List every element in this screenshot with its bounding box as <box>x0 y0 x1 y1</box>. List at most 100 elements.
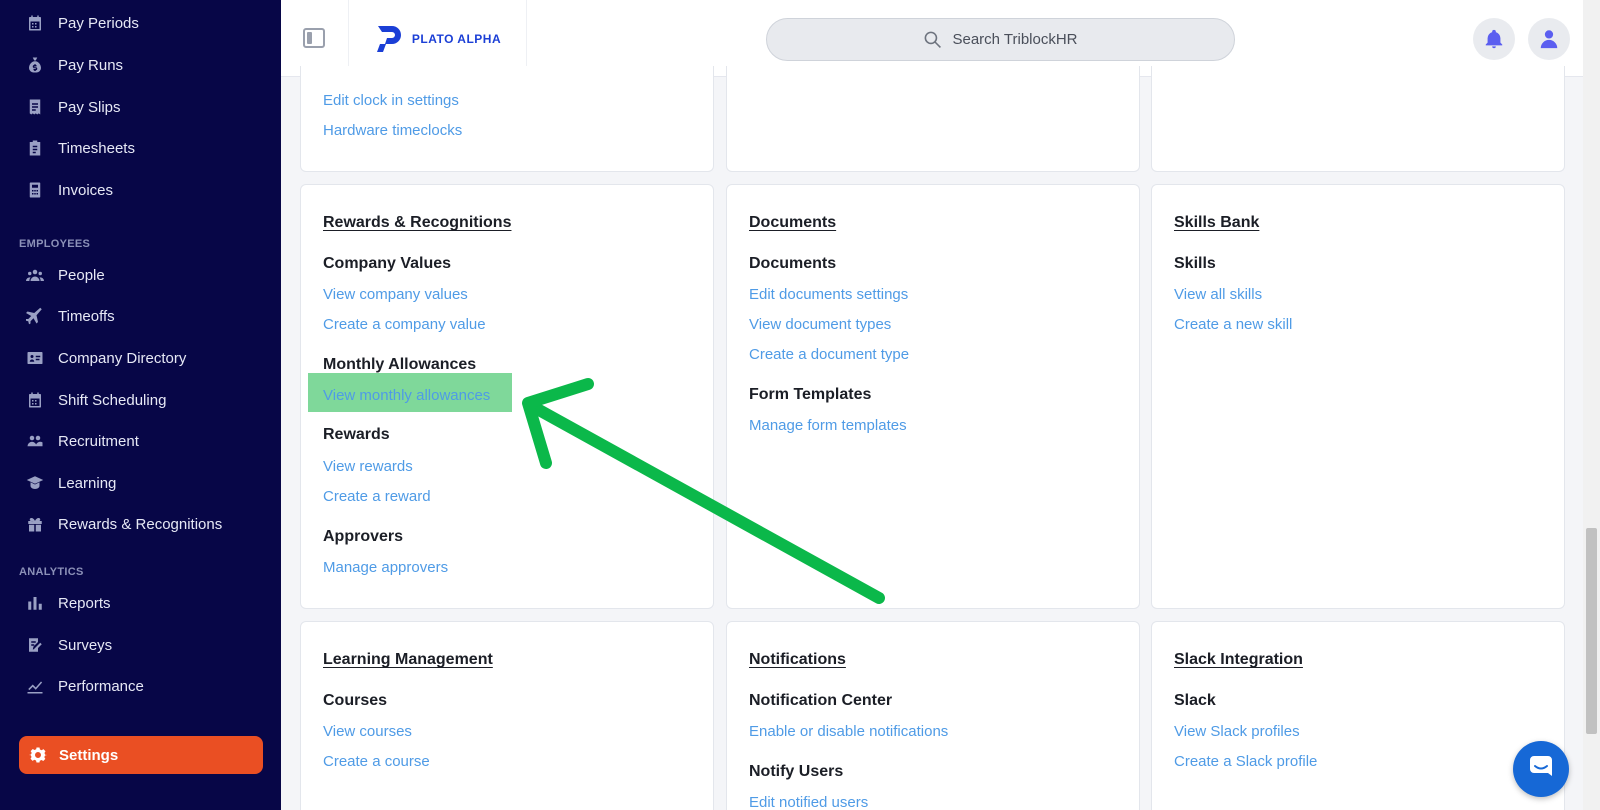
card-learning-management: Learning Management Courses View courses… <box>300 621 714 810</box>
sidebar-item-surveys[interactable]: Surveys <box>26 628 112 662</box>
card-title: Rewards & Recognitions <box>323 214 512 231</box>
sidebar-item-label: Timeoffs <box>58 307 115 325</box>
logo-text: PLATO ALPHA <box>411 31 502 46</box>
clipboard-icon <box>26 139 44 157</box>
search-input[interactable]: Search TriblockHR <box>766 18 1235 61</box>
enable-disable-notifications-link[interactable]: Enable or disable notifications <box>749 723 948 740</box>
view-all-skills-link[interactable]: View all skills <box>1174 286 1262 303</box>
sidebar-item-label: Company Directory <box>58 349 187 367</box>
vertical-scrollbar[interactable] <box>1583 0 1600 810</box>
create-company-value-link[interactable]: Create a company value <box>323 316 486 333</box>
sub-title: Approvers <box>323 528 404 545</box>
sidebar-item-rewards[interactable]: Rewards & Recognitions <box>26 507 222 541</box>
sidebar-toggle-icon[interactable] <box>303 28 325 48</box>
section-label-analytics: ANALYTICS <box>19 566 84 578</box>
sidebar-item-timesheets[interactable]: Timesheets <box>26 131 135 165</box>
card-title: Slack Integration <box>1174 651 1303 668</box>
sidebar-item-invoices[interactable]: Invoices <box>26 173 113 207</box>
sidebar: Pay Periods Pay Runs Pay Slips Timesheet… <box>0 0 281 810</box>
chat-bubble-icon <box>1530 756 1552 776</box>
edit-documents-settings-link[interactable]: Edit documents settings <box>749 286 908 303</box>
bell-icon <box>1485 29 1503 49</box>
sub-title: Skills <box>1174 255 1216 272</box>
view-company-values-link[interactable]: View company values <box>323 286 468 303</box>
plane-icon <box>26 307 44 325</box>
card-title: Notifications <box>749 651 846 668</box>
view-slack-profiles-link[interactable]: View Slack profiles <box>1174 723 1300 740</box>
card-time-clock: Edit clock in settings Hardware timecloc… <box>300 66 714 172</box>
plato-logo-icon <box>376 25 401 52</box>
sub-title: Notify Users <box>749 763 844 780</box>
view-rewards-link[interactable]: View rewards <box>323 458 413 475</box>
manage-form-templates-link[interactable]: Manage form templates <box>749 417 907 434</box>
sidebar-item-label: Performance <box>58 677 144 695</box>
sidebar-item-pay-slips[interactable]: Pay Slips <box>26 90 121 124</box>
user-group-icon <box>26 432 44 450</box>
sidebar-item-timeoffs[interactable]: Timeoffs <box>26 299 115 333</box>
edit-notified-users-link[interactable]: Edit notified users <box>749 794 868 810</box>
sidebar-item-settings[interactable]: Settings <box>19 736 263 774</box>
sub-title: Monthly Allowances <box>323 356 477 373</box>
scrollbar-thumb[interactable] <box>1586 528 1597 734</box>
line-chart-icon <box>26 677 44 695</box>
sidebar-item-label: Learning <box>58 474 117 492</box>
sidebar-item-pay-runs[interactable]: Pay Runs <box>26 48 123 82</box>
user-profile-button[interactable] <box>1528 18 1570 60</box>
card-rewards-recognitions: Rewards & Recognitions Company Values Vi… <box>300 184 714 609</box>
search-icon <box>925 31 942 48</box>
receipt-icon <box>26 98 44 116</box>
chat-button[interactable] <box>1513 741 1569 797</box>
notifications-button[interactable] <box>1473 18 1515 60</box>
id-card-icon <box>26 349 44 367</box>
sidebar-item-label: Rewards & Recognitions <box>58 515 223 533</box>
sidebar-item-learning[interactable]: Learning <box>26 466 116 500</box>
sub-title: Documents <box>749 255 837 272</box>
sub-title: Slack <box>1174 692 1216 709</box>
sidebar-item-label: People <box>58 266 105 284</box>
sidebar-item-pay-periods[interactable]: Pay Periods <box>26 6 139 40</box>
hardware-timeclocks-link[interactable]: Hardware timeclocks <box>323 122 462 139</box>
view-document-types-link[interactable]: View document types <box>749 316 891 333</box>
edit-clock-in-settings-link[interactable]: Edit clock in settings <box>323 92 459 109</box>
sidebar-item-reports[interactable]: Reports <box>26 586 111 620</box>
sidebar-item-recruitment[interactable]: Recruitment <box>26 424 139 458</box>
money-bag-icon <box>26 56 44 74</box>
create-document-type-link[interactable]: Create a document type <box>749 346 909 363</box>
gift-icon <box>26 515 44 533</box>
sub-title: Rewards <box>323 426 390 443</box>
calculator-icon <box>26 181 44 199</box>
settings-label: Settings <box>59 746 119 764</box>
sidebar-item-people[interactable]: People <box>26 258 105 292</box>
sidebar-item-label: Pay Runs <box>58 56 124 74</box>
user-icon <box>1540 30 1558 49</box>
gear-icon <box>29 747 47 763</box>
sidebar-item-label: Surveys <box>58 636 113 654</box>
sidebar-item-label: Recruitment <box>58 432 139 450</box>
manage-approvers-link[interactable]: Manage approvers <box>323 559 448 576</box>
card-title: Documents <box>749 214 837 231</box>
card-title: Skills Bank <box>1174 214 1260 231</box>
card-top-middle <box>726 66 1140 172</box>
search-placeholder: Search TriblockHR <box>952 31 1078 48</box>
sidebar-item-label: Invoices <box>58 181 114 199</box>
view-monthly-allowances-link[interactable]: View monthly allowances <box>323 387 490 404</box>
sidebar-item-label: Pay Periods <box>58 14 139 32</box>
people-icon <box>26 266 44 284</box>
card-notifications: Notifications Notification Center Enable… <box>726 621 1140 810</box>
card-skills-bank: Skills Bank Skills View all skills Creat… <box>1151 184 1565 609</box>
sidebar-item-performance[interactable]: Performance <box>26 669 144 703</box>
sidebar-item-label: Reports <box>58 594 111 612</box>
sidebar-item-shift-scheduling[interactable]: Shift Scheduling <box>26 383 166 417</box>
sidebar-item-company-directory[interactable]: Company Directory <box>26 341 186 375</box>
create-course-link[interactable]: Create a course <box>323 753 430 770</box>
survey-icon <box>26 636 44 654</box>
sub-title: Notification Center <box>749 692 893 709</box>
view-courses-link[interactable]: View courses <box>323 723 412 740</box>
create-reward-link[interactable]: Create a reward <box>323 488 431 505</box>
section-label-employees: EMPLOYEES <box>19 238 91 250</box>
sub-title: Courses <box>323 692 388 709</box>
sidebar-item-label: Shift Scheduling <box>58 391 167 409</box>
create-slack-profile-link[interactable]: Create a Slack profile <box>1174 753 1317 770</box>
sidebar-item-label: Timesheets <box>58 139 135 157</box>
create-new-skill-link[interactable]: Create a new skill <box>1174 316 1292 333</box>
